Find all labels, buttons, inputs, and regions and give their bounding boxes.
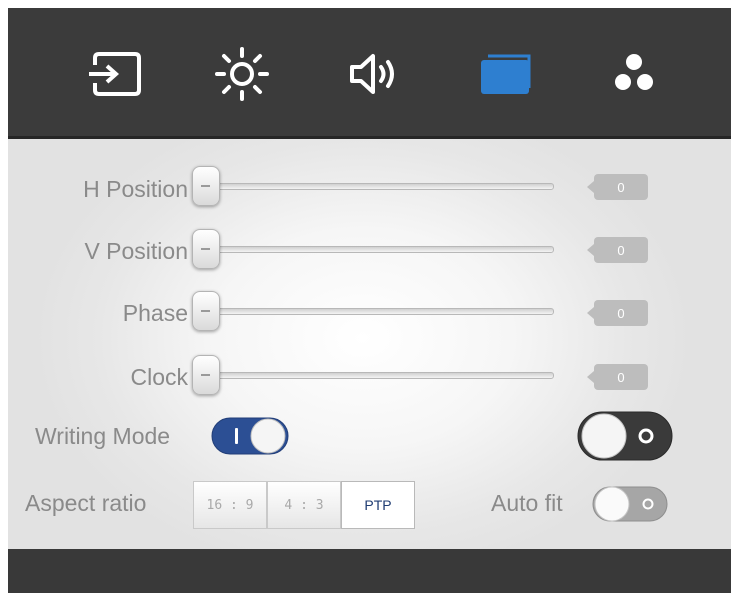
v-position-label: V Position [84,238,188,264]
settings-panel: H Position 0 V Position 0 Phase 0 Clock … [8,8,731,593]
aspect-ratio-selector: 16 : 9 4 : 3 PTP [193,481,415,529]
brightness-icon [215,47,269,101]
phase-thumb[interactable] [192,291,220,331]
aspect-16-9-button[interactable]: 16 : 9 [193,481,267,529]
toggle-on-icon [211,417,289,455]
h-position-track[interactable] [196,183,554,190]
input-source-icon [89,52,141,96]
phase-track[interactable] [196,308,554,315]
tab-input-source[interactable] [85,46,145,102]
toggle-off-icon [592,486,668,522]
phase-label: Phase [122,300,188,326]
h-position-label: H Position [83,176,188,202]
display-window-icon [481,54,531,94]
h-position-thumb[interactable] [192,166,220,206]
v-position-track[interactable] [196,246,554,253]
tab-display[interactable] [474,46,534,102]
top-tab-bar [8,8,731,139]
aspect-ratio-label: Aspect ratio [25,490,147,516]
tab-brightness[interactable] [212,46,272,102]
auto-fit-toggle[interactable] [591,482,671,531]
phase-value: 0 [587,300,648,326]
clock-track[interactable] [196,372,554,379]
toggle-off-icon [577,411,673,461]
writing-mode-toggle[interactable] [211,414,291,463]
tab-volume[interactable] [344,46,404,102]
right-toggle[interactable] [576,408,674,469]
clock-thumb[interactable] [192,355,220,395]
v-position-value: 0 [587,237,648,263]
volume-icon [350,54,394,94]
tab-more[interactable] [604,46,664,102]
aspect-4-3-button[interactable]: 4 : 3 [267,481,341,529]
v-position-thumb[interactable] [192,229,220,269]
writing-mode-label: Writing Mode [35,423,171,449]
auto-fit-label: Auto fit [491,490,563,516]
clock-label: Clock [130,364,188,390]
dots-cluster-icon [615,54,653,90]
h-position-value: 0 [587,174,648,200]
bottom-bar [8,549,731,593]
clock-value: 0 [587,364,648,390]
aspect-ptp-button[interactable]: PTP [341,481,415,529]
